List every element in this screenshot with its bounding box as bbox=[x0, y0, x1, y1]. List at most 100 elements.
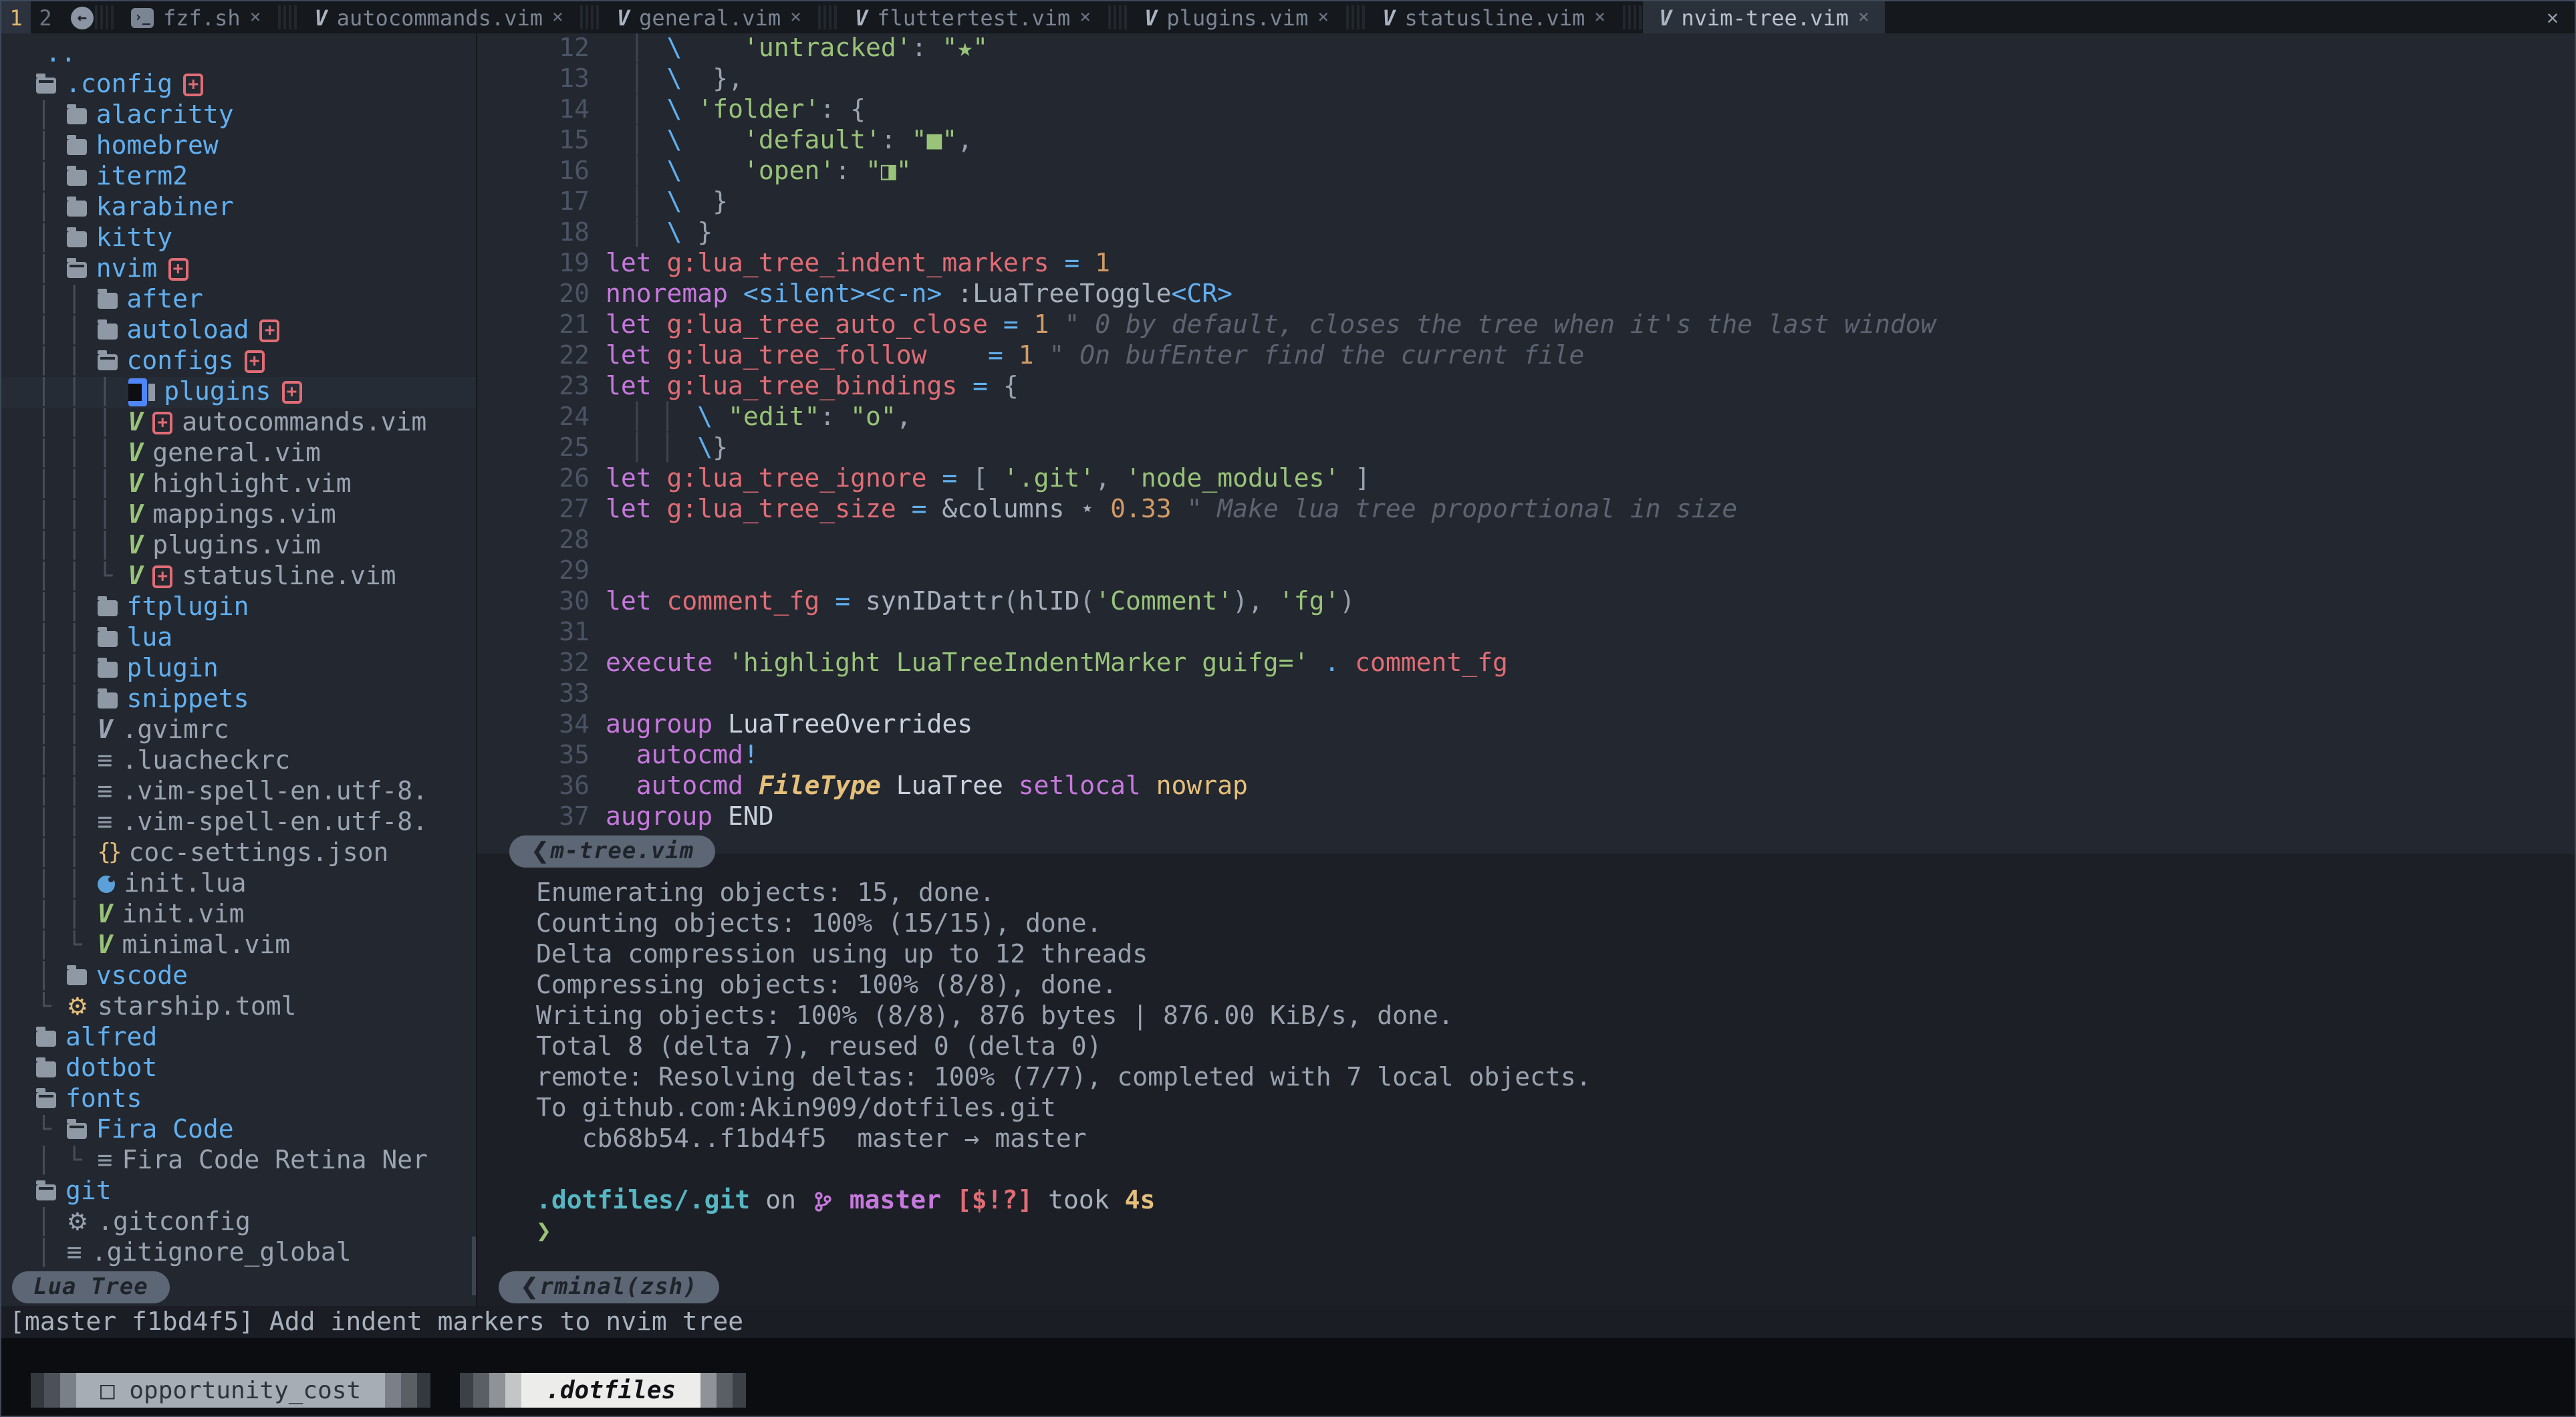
tree-row-homebrew[interactable]: │ homebrew bbox=[1, 131, 476, 162]
tree-row-nvim[interactable]: │ nvim+ bbox=[1, 254, 476, 285]
tab-nvim-tree.vim[interactable]: Vnvim-tree.vim× bbox=[1643, 1, 1886, 33]
code-line-37[interactable]: 37augroup END bbox=[477, 802, 2575, 833]
code-line-29[interactable]: 29 bbox=[477, 556, 2575, 587]
tree-row-statusline.vim[interactable]: │ │ └ V+statusline.vim bbox=[1, 561, 476, 592]
tree-row-fonts[interactable]: fonts bbox=[1, 1084, 476, 1115]
tab-close-icon[interactable]: × bbox=[250, 7, 261, 28]
tab-close-icon[interactable]: × bbox=[1079, 7, 1091, 28]
tree-row-autoload[interactable]: │ │ autoload+ bbox=[1, 315, 476, 346]
code-line-12[interactable]: 12 ▏ \ 'untracked': "★" bbox=[477, 33, 2575, 64]
tree-row-..[interactable]: .. bbox=[1, 39, 476, 70]
tab-close-icon[interactable]: × bbox=[552, 7, 563, 28]
code-line-31[interactable]: 31 bbox=[477, 618, 2575, 648]
back-arrow-icon[interactable]: ← bbox=[71, 6, 94, 29]
code-line-24[interactable]: 24 ▏ ▏ \ "edit": "o", bbox=[477, 402, 2575, 433]
vim-icon: V bbox=[617, 5, 630, 30]
terminal-pane[interactable]: ❮rminal(zsh) Enumerating objects: 15, do… bbox=[477, 870, 2575, 1306]
code-line-15[interactable]: 15 ▏ \ 'default': "■", bbox=[477, 126, 2575, 156]
code-line-19[interactable]: 19let g:lua_tree_indent_markers = 1 bbox=[477, 249, 2575, 279]
code-line-22[interactable]: 22let g:lua_tree_follow = 1 " On bufEnte… bbox=[477, 341, 2575, 372]
tree-row-snippets[interactable]: │ │ snippets bbox=[1, 684, 476, 715]
tree-row-plugins[interactable]: │ │ │ plugins+ bbox=[1, 377, 476, 408]
tree-row-highlight.vim[interactable]: │ │ │ Vhighlight.vim bbox=[1, 469, 476, 500]
tab-fluttertest.vim[interactable]: Vfluttertest.vim× bbox=[839, 1, 1107, 33]
code-line-21[interactable]: 21let g:lua_tree_auto_close = 1 " 0 by d… bbox=[477, 310, 2575, 341]
tab-close-icon[interactable]: × bbox=[1858, 7, 1870, 28]
tree-row-autocommands.vim[interactable]: │ │ │ V+autocommands.vim bbox=[1, 408, 476, 438]
tree-row-plugins.vim[interactable]: │ │ │ Vplugins.vim bbox=[1, 531, 476, 561]
tab-close-icon[interactable]: × bbox=[790, 7, 801, 28]
tree-row-vscode[interactable]: │ vscode bbox=[1, 961, 476, 992]
code-line-27[interactable]: 27let g:lua_tree_size = &columns ⋆ 0.33 … bbox=[477, 495, 2575, 525]
tree-row-init.vim[interactable]: │ │ Vinit.vim bbox=[1, 900, 476, 930]
tabpage-indicator-2[interactable]: 2 bbox=[31, 1, 60, 33]
tree-row-Fira-Code-Retina-Ner[interactable]: │ └ ≡Fira Code Retina Ner bbox=[1, 1146, 476, 1176]
tree-row-alacritty[interactable]: │ alacritty bbox=[1, 100, 476, 131]
code-line-36[interactable]: 36 autocmd FileType LuaTree setlocal now… bbox=[477, 771, 2575, 802]
code-line-16[interactable]: 16 ▏ \ 'open': "◨" bbox=[477, 156, 2575, 187]
tree-item-label: .. bbox=[45, 39, 76, 70]
indent-guides: │ bbox=[36, 100, 67, 131]
tree-row-dotbot[interactable]: dotbot bbox=[1, 1053, 476, 1084]
tree-row-.luacheckrc[interactable]: │ │ ≡.luacheckrc bbox=[1, 746, 476, 777]
code-line-26[interactable]: 26let g:lua_tree_ignore = [ '.git', 'nod… bbox=[477, 464, 2575, 495]
tree-row-after[interactable]: │ │ after bbox=[1, 285, 476, 315]
terminal-output-line: cb68b54..f1bd4f5 master → master bbox=[536, 1124, 2575, 1155]
tree-row-Fira-Code[interactable]: └ Fira Code bbox=[1, 1115, 476, 1146]
tab-plugins.vim[interactable]: Vplugins.vim× bbox=[1128, 1, 1345, 33]
tree-row-starship.toml[interactable]: └ ⚙starship.toml bbox=[1, 992, 476, 1023]
tree-item-label: nvim bbox=[96, 254, 158, 285]
tree-row-.vim-spell-en.utf-8.[interactable]: │ │ ≡.vim-spell-en.utf-8. bbox=[1, 777, 476, 807]
code-line-35[interactable]: 35 autocmd! bbox=[477, 741, 2575, 771]
tab-close-icon[interactable]: × bbox=[1317, 7, 1329, 28]
tree-row-mappings.vim[interactable]: │ │ │ Vmappings.vim bbox=[1, 500, 476, 531]
tree-row-init.lua[interactable]: │ │ init.lua bbox=[1, 869, 476, 900]
tree-row-.gitignore-global[interactable]: │ ≡.gitignore_global bbox=[1, 1238, 476, 1269]
tab-separator bbox=[1346, 5, 1365, 29]
tree-row-karabiner[interactable]: │ karabiner bbox=[1, 192, 476, 223]
tree-row-.vim-spell-en.utf-8.[interactable]: │ │ ≡.vim-spell-en.utf-8. bbox=[1, 807, 476, 838]
tree-row-configs[interactable]: │ │ configs+ bbox=[1, 346, 476, 377]
tree-row-plugin[interactable]: │ │ plugin bbox=[1, 654, 476, 684]
code-line-33[interactable]: 33 bbox=[477, 679, 2575, 710]
tabpage-indicator-1[interactable]: 1 bbox=[1, 1, 31, 33]
tree-row-iterm2[interactable]: │ iterm2 bbox=[1, 162, 476, 192]
code-line-18[interactable]: 18 ▏ \ } bbox=[477, 218, 2575, 249]
code-line-28[interactable]: 28 bbox=[477, 525, 2575, 556]
editor-column: 12 ▏ \ 'untracked': "★"13 ▏ \ },14 ▏ \ '… bbox=[477, 33, 2575, 1306]
code-line-23[interactable]: 23let g:lua_tree_bindings = { bbox=[477, 372, 2575, 402]
tree-row-.gitconfig[interactable]: │ ⚙.gitconfig bbox=[1, 1207, 476, 1238]
segment-decor bbox=[732, 1373, 745, 1408]
tab-fzf.sh[interactable]: ›_fzf.sh× bbox=[115, 1, 277, 33]
tree-row-.config[interactable]: .config+ bbox=[1, 70, 476, 100]
shell-cursor-line[interactable]: ❯ bbox=[536, 1216, 2575, 1247]
code-line-30[interactable]: 30let comment_fg = synIDattr(hlID('Comme… bbox=[477, 587, 2575, 618]
tree-row-coc-settings.json[interactable]: │ │ {}coc-settings.json bbox=[1, 838, 476, 869]
tree-row-minimal.vim[interactable]: │ └ Vminimal.vim bbox=[1, 930, 476, 961]
tmux-window-opportunity-cost[interactable]: □ opportunity_cost bbox=[76, 1373, 385, 1408]
tab-statusline.vim[interactable]: Vstatusline.vim× bbox=[1366, 1, 1622, 33]
code-line-20[interactable]: 20nnoremap <silent><c-n> :LuaTreeToggle<… bbox=[477, 279, 2575, 310]
tree-row-.gvimrc[interactable]: │ │ V.gvimrc bbox=[1, 715, 476, 746]
tree-row-ftplugin[interactable]: │ │ ftplugin bbox=[1, 592, 476, 623]
tree-item-label: .config bbox=[66, 70, 172, 100]
code-line-32[interactable]: 32execute 'highlight LuaTreeIndentMarker… bbox=[477, 648, 2575, 679]
tree-row-lua[interactable]: │ │ lua bbox=[1, 623, 476, 654]
code-line-25[interactable]: 25 ▏ ▏ \} bbox=[477, 433, 2575, 464]
close-all-icon[interactable]: ✕ bbox=[2547, 5, 2559, 29]
code-line-17[interactable]: 17 ▏ \ } bbox=[477, 187, 2575, 218]
file-tree-panel[interactable]: ...config+│ alacritty│ homebrew│ iterm2│… bbox=[1, 33, 477, 1306]
scrollbar-thumb[interactable] bbox=[472, 1237, 476, 1295]
code-line-34[interactable]: 34augroup LuaTreeOverrides bbox=[477, 710, 2575, 741]
code-line-14[interactable]: 14 ▏ \ 'folder': { bbox=[477, 95, 2575, 126]
tab-close-icon[interactable]: × bbox=[1594, 7, 1605, 28]
tree-row-git[interactable]: git bbox=[1, 1176, 476, 1207]
tree-row-kitty[interactable]: │ kitty bbox=[1, 223, 476, 254]
code-line-13[interactable]: 13 ▏ \ }, bbox=[477, 64, 2575, 95]
tree-row-alfred[interactable]: alfred bbox=[1, 1023, 476, 1053]
tmux-window-dotfiles[interactable]: .dotfiles bbox=[521, 1373, 700, 1408]
tab-autocommands.vim[interactable]: Vautocommands.vim× bbox=[298, 1, 579, 33]
tree-row-general.vim[interactable]: │ │ │ Vgeneral.vim bbox=[1, 438, 476, 469]
editor-buffer[interactable]: 12 ▏ \ 'untracked': "★"13 ▏ \ },14 ▏ \ '… bbox=[477, 33, 2575, 833]
tab-general.vim[interactable]: Vgeneral.vim× bbox=[601, 1, 817, 33]
